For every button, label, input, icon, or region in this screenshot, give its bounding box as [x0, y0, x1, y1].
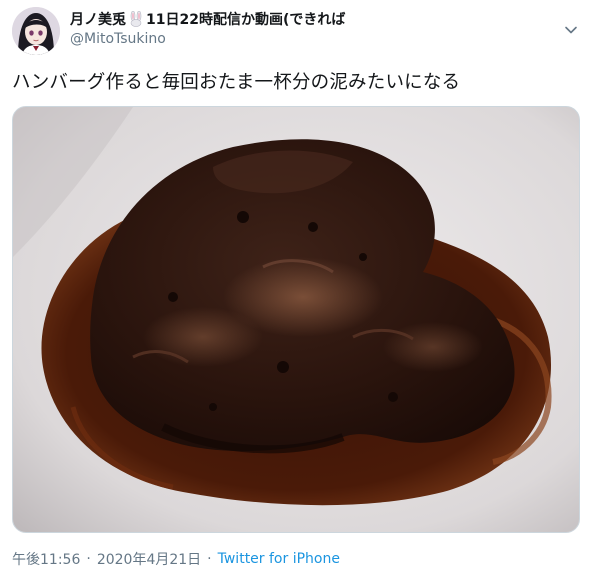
avatar-image: [12, 7, 60, 55]
tweet-date[interactable]: 2020年4月21日: [97, 549, 201, 569]
meta-separator: ·: [86, 551, 91, 567]
hamburg-steak-photo: [13, 107, 579, 532]
tweet-photo[interactable]: [12, 106, 580, 533]
display-name-suffix: 11日22時配信か動画(できれば: [146, 12, 346, 28]
tweet-card: 月ノ美兎 11日22時配信か動画(できれば @MitoTsukino ハンバーグ…: [0, 0, 590, 572]
display-name-row[interactable]: 月ノ美兎 11日22時配信か動画(できれば: [70, 9, 345, 29]
user-handle[interactable]: @MitoTsukino: [70, 31, 166, 47]
tweet-source-link[interactable]: Twitter for iPhone: [218, 551, 340, 567]
tweet-time[interactable]: 午後11:56: [12, 549, 80, 569]
tweet-meta: 午後11:56 · 2020年4月21日 · Twitter for iPhon…: [12, 549, 340, 569]
rabbit-emoji-icon: [128, 10, 144, 27]
tweet-text: ハンバーグ作ると毎回おたま一杯分の泥みたいになる: [12, 72, 461, 93]
chevron-down-icon[interactable]: [564, 22, 578, 36]
meta-separator: ·: [207, 551, 212, 567]
display-name: 月ノ美兎: [70, 12, 126, 28]
avatar[interactable]: [12, 7, 60, 55]
